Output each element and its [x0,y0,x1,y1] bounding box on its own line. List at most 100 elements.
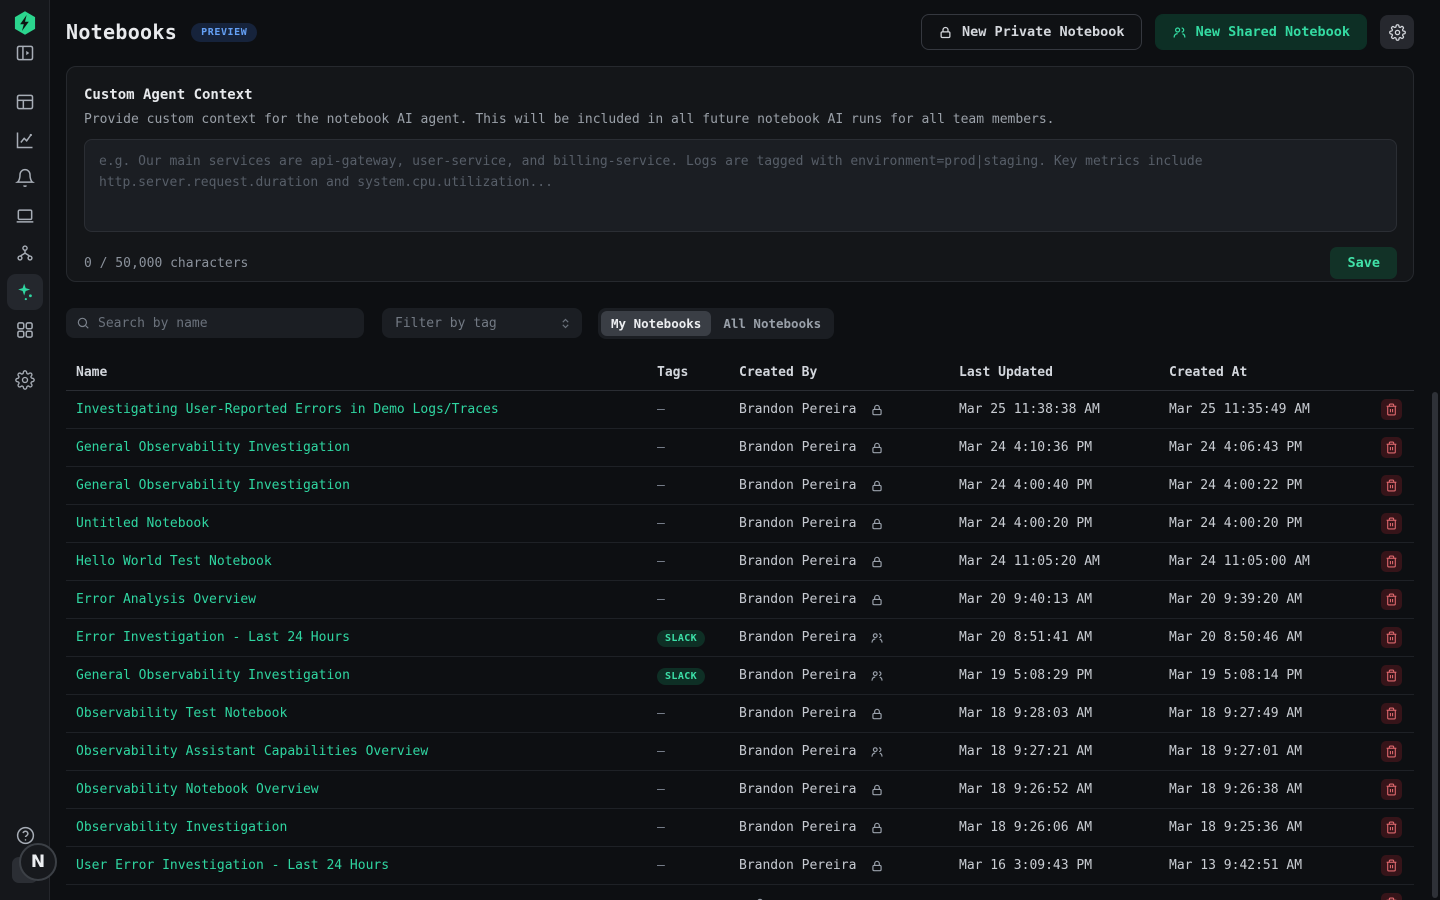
tag-cell: — [657,896,739,900]
scrollbar-thumb[interactable] [1432,392,1438,898]
tag-cell: — [657,820,739,835]
delete-notebook-button[interactable] [1381,475,1402,496]
brand-logo[interactable] [12,10,38,36]
sidebar-item-settings[interactable] [7,362,43,398]
sidebar-item-workstation[interactable] [7,198,43,234]
app-root: N Notebooks PREVIEW New Private Notebook [0,0,1440,900]
delete-notebook-button[interactable] [1381,779,1402,800]
column-header-name: Name [76,365,657,380]
delete-notebook-button[interactable] [1381,741,1402,762]
notebook-link[interactable]: Investigating User-Reported Errors in De… [76,402,499,417]
lock-icon [870,783,884,797]
tab-all-notebooks[interactable]: All Notebooks [713,311,831,336]
notebook-link[interactable]: Observability Assistant Capabilities Ove… [76,744,428,759]
presence-avatar[interactable]: N [19,843,57,881]
column-header-created-at: Created At [1169,365,1365,380]
created-by-name: Brandon Pereira [739,516,856,531]
last-updated: Mar 25 11:38:38 AM [959,402,1169,417]
table-body: Investigating User-Reported Errors in De… [66,391,1414,900]
created-at: Mar 25 11:35:49 AM [1169,402,1365,417]
table-row: General Observability Investigation SLAC… [66,657,1414,695]
last-updated: Mar 24 4:00:20 PM [959,516,1169,531]
empty-tag-dash: — [657,478,665,493]
lightning-hexagon-icon [12,10,38,36]
created-by-name: Brandon Pereira [739,402,856,417]
delete-notebook-button[interactable] [1381,513,1402,534]
tab-my-notebooks[interactable]: My Notebooks [601,311,711,336]
table-row: Observability Notebook Overview — Brando… [66,771,1414,809]
table-header: Name Tags Created By Last Updated Create… [66,355,1414,391]
created-at: Mar 18 9:27:49 AM [1169,706,1365,721]
sidebar-item-alerts[interactable] [7,160,43,196]
sidebar-item-apps[interactable] [7,312,43,348]
agent-context-textarea[interactable] [84,139,1397,232]
trash-icon [1385,593,1398,606]
sidebar-item-panel-toggle[interactable] [7,35,43,71]
notebook-link[interactable]: Observability Notebook Overview [76,782,319,797]
empty-tag-dash: — [657,440,665,455]
tag-filter-select[interactable]: Filter by tag [382,308,582,338]
delete-notebook-button[interactable] [1381,817,1402,838]
tag-cell: — [657,440,739,455]
trash-icon [1385,631,1398,644]
main-content: Notebooks PREVIEW New Private Notebook N… [50,0,1440,900]
users-icon [870,745,884,759]
notebook-scope-tabs: My Notebooks All Notebooks [598,308,834,339]
sidebar-item-pipelines[interactable] [7,236,43,272]
search-input[interactable] [98,316,354,331]
bell-icon [15,168,35,188]
table-row: Error Investigation - Last 24 Hours SLAC… [66,619,1414,657]
notebook-link[interactable]: General Observability Investigation [76,478,350,493]
sidebar-item-ai-notebooks[interactable] [7,274,43,310]
tag-cell: — [657,744,739,759]
lock-icon [870,821,884,835]
notebook-link[interactable]: General Observability Investigation [76,668,350,683]
search-box [66,308,364,338]
delete-notebook-button[interactable] [1381,589,1402,610]
tag-cell: — [657,478,739,493]
created-at: Mar 18 9:27:01 AM [1169,744,1365,759]
users-icon [870,669,884,683]
created-at: Mar 18 9:26:38 AM [1169,782,1365,797]
sidebar-item-chart[interactable] [7,122,43,158]
delete-notebook-button[interactable] [1381,665,1402,686]
gear-icon [1389,24,1406,41]
new-private-notebook-button[interactable]: New Private Notebook [921,14,1142,50]
delete-notebook-button[interactable] [1381,399,1402,420]
delete-notebook-button[interactable] [1381,703,1402,724]
notebook-link[interactable]: Untitled Notebook [76,516,209,531]
save-button[interactable]: Save [1330,247,1397,279]
notebook-link[interactable]: Observability Investigation [76,820,287,835]
sparkles-icon [15,282,35,302]
empty-tag-dash: — [657,402,665,417]
tag-cell: — [657,402,739,417]
delete-notebook-button[interactable] [1381,893,1402,900]
lock-icon [870,555,884,569]
notebook-link[interactable]: Error Investigation - Last 24 Hours [76,630,350,645]
created-by-name: Brandon Pereira [739,706,856,721]
lock-icon [870,707,884,721]
notebook-link[interactable]: Hello World Test Notebook [76,554,272,569]
custom-agent-context-card: Custom Agent Context Provide custom cont… [66,66,1414,282]
last-updated: Mar 24 4:00:40 PM [959,478,1169,493]
empty-tag-dash: — [657,744,665,759]
column-header-tags: Tags [657,365,739,380]
delete-notebook-button[interactable] [1381,855,1402,876]
notebook-link[interactable]: General Observability Investigation [76,440,350,455]
last-updated: Mar 18 9:26:52 AM [959,782,1169,797]
notebook-link[interactable]: Observability Test Notebook [76,706,287,721]
delete-notebook-button[interactable] [1381,437,1402,458]
created-by-name: Brandon Pereira [739,782,856,797]
created-at: Mar 24 4:00:22 PM [1169,478,1365,493]
table-row: User Error Investigation - Last 24 Hours… [66,847,1414,885]
delete-notebook-button[interactable] [1381,551,1402,572]
delete-notebook-button[interactable] [1381,627,1402,648]
org-chart-icon [15,244,35,264]
notebooks-table: Name Tags Created By Last Updated Create… [66,355,1414,900]
notebook-link[interactable]: User Error Investigation - Last 24 Hours [76,858,389,873]
new-shared-notebook-button[interactable]: New Shared Notebook [1155,14,1367,50]
created-at: Mar 18 9:25:36 AM [1169,820,1365,835]
notebook-settings-button[interactable] [1380,15,1414,49]
notebook-link[interactable]: Error Analysis Overview [76,592,256,607]
sidebar-item-table[interactable] [7,84,43,120]
